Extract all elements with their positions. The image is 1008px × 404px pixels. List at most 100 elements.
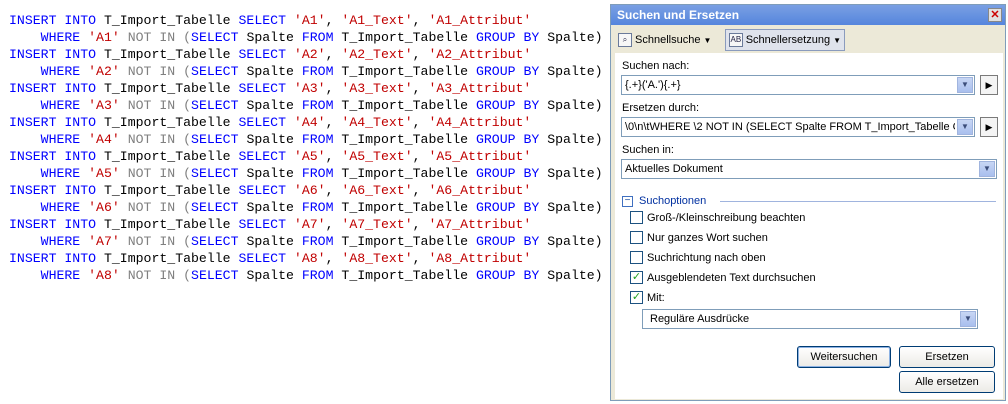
code-token: Spalte) [547,166,603,181]
code-token: 'A5_Attribut' [428,149,532,164]
option-search-up[interactable]: Suchrichtung nach oben [630,251,766,264]
dialog-title: Suchen und Ersetzen [617,8,740,22]
code-token: 'A6' [88,200,120,215]
code-token: 'A7_Attribut' [428,217,532,232]
code-token: 'A3_Text' [341,81,413,96]
code-line: INSERT INTO T_Import_Tabelle SELECT 'A6'… [9,182,531,199]
code-line: WHERE 'A4' NOT IN (SELECT Spalte FROM T_… [9,131,603,148]
code-token: WHERE [9,64,89,79]
code-token: Spalte [246,30,302,45]
code-token: NOT IN ( [119,64,192,79]
chevron-down-icon[interactable]: ▼ [957,119,973,135]
code-token: 'A5' [293,149,326,164]
code-line: INSERT INTO T_Import_Tabelle SELECT 'A1'… [9,12,531,29]
code-token: 'A6_Text' [341,183,413,198]
code-token: SELECT [238,13,294,28]
code-token: WHERE [9,166,89,181]
code-token: WHERE [9,132,89,147]
replace-input[interactable]: \0\n\tWHERE \2 NOT IN (SELECT Spalte FRO… [621,117,975,137]
checkbox[interactable]: ✓ [630,291,643,304]
quick-replace-button[interactable]: AB Schnellersetzung ▼ [725,29,845,51]
code-line: WHERE 'A7' NOT IN (SELECT Spalte FROM T_… [9,233,603,250]
code-token: Spalte) [547,30,603,45]
option-match-case[interactable]: Groß-/Kleinschreibung beachten [630,211,805,224]
code-token: NOT IN ( [119,200,192,215]
code-token: GROUP BY [475,200,548,215]
code-token: NOT IN ( [119,30,192,45]
code-token: Spalte [246,200,302,215]
find-replace-dialog: Suchen und Ersetzen ✕ ⌕ Schnellsuche ▼ A… [610,4,1006,401]
option-whole-word[interactable]: Nur ganzes Wort suchen [630,231,768,244]
code-token: Spalte) [547,64,603,79]
replace-label: Ersetzen durch: [622,102,700,114]
look-in-label: Suchen in: [622,144,674,156]
checkbox[interactable] [630,231,643,244]
code-token: FROM [301,166,342,181]
replace-expression-builder-button[interactable]: ▶ [980,117,998,137]
code-token: GROUP BY [475,30,548,45]
close-button[interactable]: ✕ [988,8,1002,22]
find-expression-builder-button[interactable]: ▶ [980,75,998,95]
code-token: Spalte [246,166,302,181]
checkbox[interactable] [630,251,643,264]
code-token: 'A5_Text' [341,149,413,164]
code-token: , [412,149,429,164]
code-editor[interactable]: INSERT INTO T_Import_Tabelle SELECT 'A1'… [0,0,608,404]
look-in-select[interactable]: Aktuelles Dokument ▼ [621,159,997,179]
code-token: , [325,149,342,164]
checkbox[interactable] [630,211,643,224]
triangle-right-icon: ▶ [985,122,993,132]
chevron-down-icon[interactable]: ▼ [960,311,976,327]
find-input[interactable]: {.+}('A.'){.+} ▼ [621,75,975,95]
code-token: , [412,47,429,62]
code-token: 'A1' [293,13,326,28]
checkbox[interactable]: ✓ [630,271,643,284]
code-token: WHERE [9,268,89,283]
code-token: Spalte [246,268,302,283]
code-token: 'A4_Text' [341,115,413,130]
chevron-down-icon[interactable]: ▼ [979,161,995,177]
search-options-header[interactable]: − Suchoptionen [622,194,706,208]
chevron-down-icon[interactable]: ▼ [957,77,973,93]
option-hidden-text[interactable]: ✓ Ausgeblendeten Text durchsuchen [630,271,816,284]
code-token: SELECT [238,149,294,164]
triangle-right-icon: ▶ [985,80,993,90]
code-token: 'A6' [293,183,326,198]
code-token: 'A8_Text' [341,251,413,266]
code-token: Spalte [246,132,302,147]
code-line: WHERE 'A5' NOT IN (SELECT Spalte FROM T_… [9,165,603,182]
code-token: T_Import_Tabelle [103,251,239,266]
option-label: Mit: [647,291,665,304]
code-token: GROUP BY [475,64,548,79]
code-token: FROM [301,98,342,113]
replace-all-button[interactable]: Alle ersetzen [899,371,995,393]
code-token: Spalte) [547,268,603,283]
replace-button[interactable]: Ersetzen [899,346,995,368]
code-token: GROUP BY [475,268,548,283]
code-token: WHERE [9,200,89,215]
code-line: WHERE 'A1' NOT IN (SELECT Spalte FROM T_… [9,29,603,46]
dialog-content: Suchen nach: {.+}('A.'){.+} ▼ ▶ Ersetzen… [615,53,1003,399]
dialog-titlebar[interactable]: Suchen und Ersetzen ✕ [611,5,1005,25]
code-token: , [412,217,429,232]
code-token: WHERE [9,98,89,113]
code-token: 'A8_Attribut' [428,251,532,266]
code-token: GROUP BY [475,234,548,249]
code-token: T_Import_Tabelle [341,132,476,147]
code-line: INSERT INTO T_Import_Tabelle SELECT 'A8'… [9,250,531,267]
code-token: 'A5' [88,166,120,181]
code-token: NOT IN ( [119,234,192,249]
code-token: 'A3' [293,81,326,96]
collapse-icon[interactable]: − [622,195,633,207]
quick-find-button[interactable]: ⌕ Schnellsuche ▼ [615,29,715,51]
find-next-button[interactable]: Weitersuchen [797,346,891,368]
divider [720,201,996,202]
code-token: SELECT [238,81,294,96]
code-token: GROUP BY [475,166,548,181]
code-token: GROUP BY [475,132,548,147]
option-use[interactable]: ✓ Mit: [630,291,665,304]
code-token: NOT IN ( [119,98,192,113]
code-token: INSERT INTO [9,115,104,130]
use-select[interactable]: Reguläre Ausdrücke ▼ [642,309,978,329]
code-token: SELECT [191,64,247,79]
